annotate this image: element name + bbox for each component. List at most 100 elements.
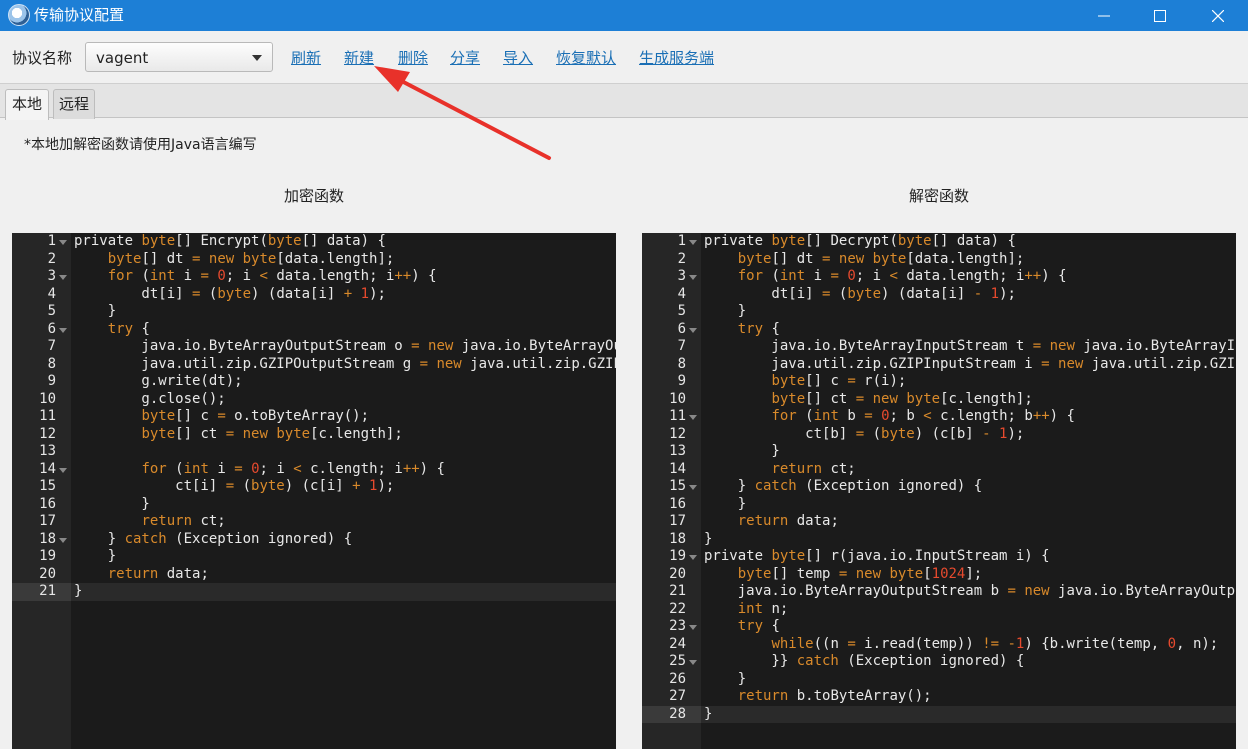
decrypt-code-line: } — [704, 705, 713, 722]
encrypt-code-area[interactable]: private byte[] Encrypt(byte[] data) { by… — [71, 233, 616, 749]
decrypt-line-number: 26 — [669, 670, 686, 687]
encrypt-line-number: 16 — [39, 495, 56, 512]
encrypt-line-number: 7 — [47, 338, 56, 354]
decrypt-code-line: } catch (Exception ignored) { — [704, 478, 983, 494]
encrypt-line-number: 6 — [47, 320, 56, 337]
encrypt-line-number: 8 — [47, 355, 56, 372]
decrypt-line-number: 14 — [669, 460, 686, 477]
decrypt-line-number: 25 — [669, 653, 686, 669]
encrypt-code-line: g.write(dt); — [74, 373, 243, 389]
protocol-select[interactable]: vagent — [85, 42, 273, 72]
encrypt-code-line: for (int i = 0; i < c.length; i++) { — [141, 460, 445, 477]
decrypt-code-line: java.io.ByteArrayInputStream t = new jav… — [704, 338, 1236, 354]
decrypt-line-number: 15 — [669, 478, 686, 494]
encrypt-line-number: 15 — [39, 478, 56, 494]
minimize-button[interactable] — [1076, 0, 1132, 31]
decrypt-code-line: int n; — [737, 600, 789, 617]
title-bar: 传输协议配置 — [0, 0, 1248, 31]
decrypt-fold-icon[interactable] — [689, 485, 697, 490]
decrypt-line-number: 2 — [677, 250, 686, 267]
decrypt-line-number: 4 — [677, 285, 686, 302]
decrypt-line-number: 1 — [677, 233, 686, 249]
encrypt-code-line: java.io.ByteArrayOutputStream o = new ja… — [74, 338, 616, 354]
encrypt-code-line: } — [74, 548, 117, 564]
encrypt-fold-icon[interactable] — [59, 467, 67, 473]
encrypt-line-number: 14 — [39, 460, 56, 477]
encrypt-code-line: return ct; — [141, 513, 226, 529]
encrypt-code-line: byte[] ct = new byte[c.length]; — [141, 425, 403, 442]
encrypt-fold-icon[interactable] — [59, 240, 67, 245]
decrypt-line-number: 16 — [669, 495, 686, 512]
encrypt-fold-icon[interactable] — [59, 275, 67, 280]
app-icon — [8, 4, 30, 26]
encrypt-code-line: } — [74, 583, 83, 599]
decrypt-code-line: byte[] c = r(i); — [771, 373, 907, 389]
restore-default-link[interactable]: 恢复默认 — [556, 47, 616, 68]
decrypt-fold-icon[interactable] — [689, 415, 697, 420]
protocol-select-value: vagent — [96, 49, 149, 67]
import-link[interactable]: 导入 — [503, 47, 533, 68]
decrypt-fold-icon[interactable] — [689, 240, 697, 245]
encrypt-line-number: 21 — [39, 583, 56, 599]
maximize-button[interactable] — [1132, 0, 1188, 31]
share-link[interactable]: 分享 — [450, 47, 480, 68]
refresh-link[interactable]: 刷新 — [291, 47, 321, 68]
encrypt-code-line: } — [74, 495, 150, 512]
close-icon — [1212, 9, 1224, 22]
tab-local[interactable]: 本地 — [5, 89, 49, 120]
decrypt-line-number: 21 — [669, 583, 686, 599]
encrypt-line-number: 10 — [39, 390, 56, 407]
tab-bar: 本地 远程 — [0, 83, 1248, 120]
decrypt-code-line: java.io.ByteArrayOutputStream b = new ja… — [704, 583, 1236, 599]
encrypt-line-number: 4 — [47, 285, 56, 302]
decrypt-active-line — [701, 705, 1236, 723]
decrypt-fold-icon[interactable] — [689, 625, 697, 630]
decrypt-line-number: 6 — [677, 320, 686, 337]
decrypt-code-editor[interactable]: 1 2 3 4 5 6 7 8 9 10 11 12 13 14 15 16 17 18 19 20 21 22 23 24 2… — [642, 233, 1236, 749]
encrypt-line-number: 17 — [39, 513, 56, 529]
decrypt-line-number: 22 — [669, 600, 686, 617]
decrypt-gutter: 1 2 3 4 5 6 7 8 9 10 11 12 13 14 15 16 17 18 19 20 21 22 23 24 2… — [642, 233, 701, 749]
decrypt-line-number: 12 — [669, 425, 686, 442]
decrypt-code-line: java.util.zip.GZIPInputStream i = new ja… — [704, 355, 1236, 372]
encrypt-fold-icon[interactable] — [59, 537, 67, 543]
language-note: *本地加解密函数请使用Java语言编写 — [24, 137, 257, 153]
decrypt-fold-icon[interactable] — [689, 275, 697, 280]
decrypt-line-number: 28 — [669, 705, 686, 722]
encrypt-code-line: ct[i] = (byte) (c[i] + 1); — [74, 478, 395, 494]
encrypt-fold-icon[interactable] — [59, 327, 67, 333]
encrypt-code-line: try { — [107, 320, 150, 337]
encrypt-code-line: return data; — [107, 565, 209, 582]
decrypt-fold-icon[interactable] — [689, 555, 697, 560]
encrypt-code-line: } catch (Exception ignored) { — [74, 530, 353, 547]
decrypt-line-number: 24 — [669, 635, 686, 652]
tab-remote[interactable]: 远程 — [53, 89, 95, 119]
decrypt-code-line: return ct; — [771, 460, 856, 477]
encrypt-line-number: 12 — [39, 425, 56, 442]
encrypt-code-line: java.util.zip.GZIPOutputStream g = new j… — [74, 355, 616, 372]
decrypt-fold-icon[interactable] — [689, 660, 697, 665]
decrypt-line-number: 11 — [669, 408, 686, 424]
decrypt-line-number: 5 — [677, 303, 686, 319]
close-button[interactable] — [1190, 0, 1246, 31]
encrypt-line-number: 19 — [39, 548, 56, 564]
protocol-label: 协议名称 — [12, 49, 73, 67]
chevron-down-icon — [252, 55, 262, 61]
decrypt-code-line: }} catch (Exception ignored) { — [704, 653, 1025, 669]
delete-link[interactable]: 删除 — [398, 47, 428, 68]
decrypt-code-line: byte[] dt = new byte[data.length]; — [737, 250, 1025, 267]
decrypt-code-line: } — [704, 443, 780, 459]
decrypt-code-area[interactable]: private byte[] Decrypt(byte[] data) { by… — [701, 233, 1236, 749]
toolbar: 协议名称 vagent 刷新 新建 删除 分享 导入 恢复默认 生成服务端 — [0, 31, 1248, 83]
decrypt-fold-icon[interactable] — [689, 327, 697, 333]
new-link[interactable]: 新建 — [344, 47, 374, 68]
encrypt-active-line — [71, 583, 616, 601]
decrypt-line-number: 23 — [669, 618, 686, 634]
decrypt-line-number: 20 — [669, 565, 686, 582]
generate-server-link[interactable]: 生成服务端 — [639, 47, 714, 68]
encrypt-code-line: for (int i = 0; i < data.length; i++) { — [107, 268, 437, 284]
decrypt-line-number: 17 — [669, 513, 686, 529]
decrypt-title: 解密函数 — [909, 187, 970, 205]
decrypt-line-number: 10 — [669, 390, 686, 407]
encrypt-code-editor[interactable]: 1 2 3 4 5 6 7 8 9 10 11 12 13 14 15 16 17 18 19 20 21 privat… — [12, 233, 616, 749]
